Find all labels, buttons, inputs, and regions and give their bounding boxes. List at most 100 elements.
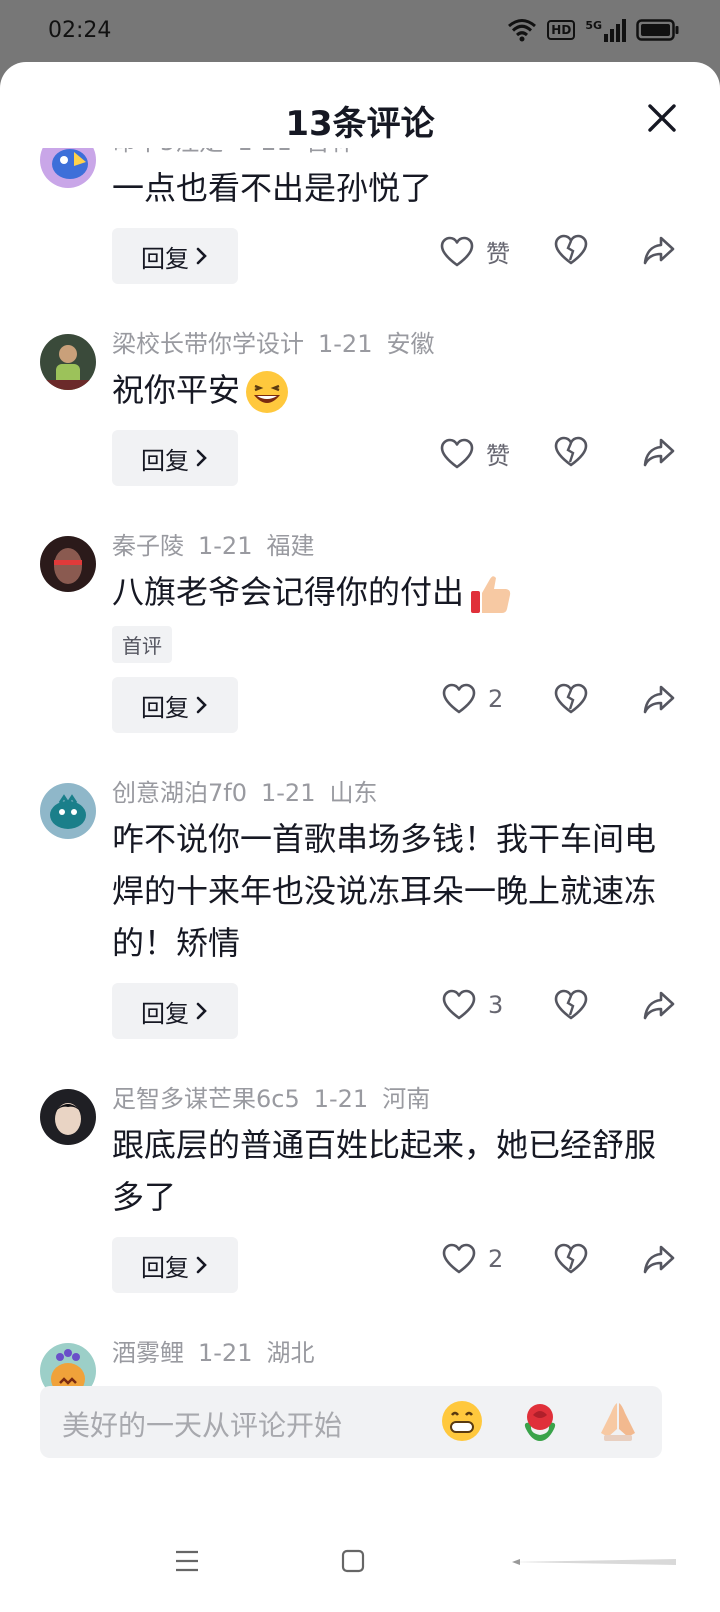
status-icons: HD 5G bbox=[507, 18, 680, 42]
dislike-heart-icon[interactable] bbox=[554, 989, 588, 1021]
laughing-face-icon bbox=[246, 371, 289, 413]
signal-icon: 5G bbox=[585, 18, 626, 42]
username[interactable]: 梁校长带你学设计 bbox=[112, 330, 304, 358]
comment-location: 河南 bbox=[382, 1085, 431, 1113]
share-icon[interactable] bbox=[642, 1243, 676, 1275]
comment-item: 酒雾鲤 1-21 湖北 bbox=[0, 1333, 720, 1399]
status-bar: 02:24 HD 5G bbox=[0, 0, 720, 64]
home-icon[interactable] bbox=[340, 1548, 366, 1574]
share-icon[interactable] bbox=[642, 989, 676, 1021]
comment-item: 创意湖泊7f0 1-21 山东 咋不说你一首歌串场多钱！我干车间电焊的十来年也没说冻… bbox=[0, 773, 720, 1039]
avatar[interactable] bbox=[40, 536, 96, 592]
back-icon[interactable] bbox=[508, 1556, 680, 1568]
comment-text-row: 祝你平安 bbox=[112, 364, 680, 416]
heart-icon bbox=[442, 683, 476, 714]
heart-icon bbox=[440, 236, 474, 266]
chevron-right-icon bbox=[196, 1256, 207, 1274]
comment-meta: 足智多谋芒果6c5 1-21 河南 bbox=[112, 1079, 680, 1119]
comment-actions: 回复 赞 bbox=[112, 430, 680, 486]
username[interactable]: 酒雾鲤 bbox=[112, 1339, 184, 1367]
comment-meta: 酒雾鲤 1-21 湖北 bbox=[112, 1333, 680, 1373]
comment-text: 一点也看不出是孙悦了 bbox=[112, 169, 433, 207]
network-type-label: 5G bbox=[585, 18, 602, 32]
avatar[interactable] bbox=[40, 783, 96, 839]
avatar[interactable] bbox=[40, 334, 96, 390]
comment-location: 安徽 bbox=[386, 330, 435, 358]
dislike-heart-icon[interactable] bbox=[554, 683, 588, 715]
avatar[interactable] bbox=[40, 148, 96, 188]
username[interactable]: 创意湖泊7f0 bbox=[112, 779, 247, 807]
comment-text: 跟底层的普通百姓比起来，她已经舒服多了 bbox=[112, 1126, 657, 1216]
comment-item: 梁校长带你学设计 1-21 安徽 祝你平安 回复 赞 bbox=[0, 324, 720, 486]
comment-meta: 命中5注定 1-21 吉林 bbox=[112, 148, 680, 162]
comment-list: 命中5注定 1-21 吉林 一点也看不出是孙悦了 回复 赞 bbox=[0, 148, 720, 1399]
reply-button[interactable]: 回复 bbox=[112, 983, 238, 1039]
comment-date: 1-21 bbox=[318, 330, 373, 358]
share-icon[interactable] bbox=[642, 436, 676, 468]
status-time: 02:24 bbox=[48, 18, 112, 43]
comment-input-placeholder: 美好的一天从评论开始 bbox=[62, 1409, 343, 1442]
chevron-right-icon bbox=[196, 247, 207, 265]
chevron-right-icon bbox=[196, 1002, 207, 1020]
reply-label: 回复 bbox=[141, 446, 189, 475]
sheet-header: 13条评论 bbox=[0, 62, 720, 158]
comment-date: 1-21 bbox=[313, 1085, 369, 1113]
dislike-heart-icon[interactable] bbox=[554, 436, 588, 468]
like-button[interactable]: 3 bbox=[442, 989, 510, 1021]
comment-location: 山东 bbox=[329, 779, 378, 807]
heart-icon bbox=[442, 1243, 476, 1274]
comment-item: 足智多谋芒果6c5 1-21 河南 跟底层的普通百姓比起来，她已经舒服多了 回复 2 bbox=[0, 1079, 720, 1293]
reply-button[interactable]: 回复 bbox=[112, 228, 238, 284]
comment-actions: 回复 2 bbox=[112, 677, 680, 733]
heart-icon bbox=[442, 989, 476, 1020]
username[interactable]: 秦子陵 bbox=[112, 532, 184, 560]
like-count: 2 bbox=[488, 685, 504, 713]
comment-text: 祝你平安 bbox=[112, 371, 241, 409]
reply-button[interactable]: 回复 bbox=[112, 430, 238, 486]
hd-badge: HD bbox=[547, 20, 576, 40]
like-count: 3 bbox=[488, 991, 504, 1019]
like-button[interactable]: 赞 bbox=[440, 234, 510, 269]
comment-sheet: 13条评论 命中5注定 1-21 吉林 一点也看不出是孙悦了 回复 bbox=[0, 62, 720, 1612]
comment-date: 1-21 bbox=[261, 779, 316, 807]
reply-button[interactable]: 回复 bbox=[112, 677, 238, 733]
username[interactable]: 命中5注定 bbox=[112, 148, 223, 156]
reply-label: 回复 bbox=[141, 999, 189, 1028]
avatar[interactable] bbox=[40, 1089, 96, 1145]
username[interactable]: 足智多谋芒果6c5 bbox=[112, 1085, 300, 1113]
wifi-icon bbox=[508, 19, 537, 42]
thumbs-up-icon bbox=[471, 576, 511, 613]
dislike-heart-icon[interactable] bbox=[554, 234, 588, 266]
system-nav-bar bbox=[0, 1502, 720, 1612]
comment-item: 秦子陵 1-21 福建 八旗老爷会记得你的付出 首评 回复 2 bbox=[0, 526, 720, 733]
comment-date: 1-21 bbox=[198, 532, 253, 560]
heart-icon bbox=[440, 438, 474, 468]
like-button[interactable]: 2 bbox=[442, 683, 510, 715]
comment-list-viewport[interactable]: 命中5注定 1-21 吉林 一点也看不出是孙悦了 回复 赞 bbox=[0, 148, 720, 1472]
comment-text: 八旗老爷会记得你的付出 bbox=[112, 573, 465, 611]
comment-date: 1-21 bbox=[237, 148, 291, 156]
chevron-right-icon bbox=[196, 696, 207, 714]
share-icon[interactable] bbox=[642, 683, 676, 715]
comment-text: 咋不说你一首歌串场多钱！我干车间电焊的十来年也没说冻耳朵一晚上就速冻的！矫情 bbox=[112, 820, 657, 962]
close-icon[interactable] bbox=[642, 98, 682, 138]
comment-item: 命中5注定 1-21 吉林 一点也看不出是孙悦了 回复 赞 bbox=[0, 148, 720, 284]
like-button[interactable]: 2 bbox=[442, 1243, 510, 1275]
reply-button[interactable]: 回复 bbox=[112, 1237, 238, 1293]
comment-location: 福建 bbox=[266, 532, 315, 560]
comment-actions: 回复 3 bbox=[112, 983, 680, 1039]
like-label: 赞 bbox=[486, 240, 510, 268]
reply-label: 回复 bbox=[141, 693, 189, 722]
dislike-heart-icon[interactable] bbox=[554, 1243, 588, 1275]
folded-hands-icon[interactable] bbox=[596, 1399, 640, 1443]
comment-meta: 秦子陵 1-21 福建 bbox=[112, 526, 680, 566]
grinning-face-icon[interactable] bbox=[440, 1399, 484, 1443]
share-icon[interactable] bbox=[642, 234, 676, 266]
like-button[interactable]: 赞 bbox=[440, 436, 510, 471]
comment-text-row: 八旗老爷会记得你的付出 bbox=[112, 566, 680, 618]
chevron-right-icon bbox=[196, 449, 207, 467]
rose-icon[interactable] bbox=[518, 1399, 562, 1443]
comment-input[interactable]: 美好的一天从评论开始 bbox=[40, 1386, 662, 1458]
like-label: 赞 bbox=[486, 442, 510, 470]
menu-icon[interactable] bbox=[174, 1548, 200, 1574]
